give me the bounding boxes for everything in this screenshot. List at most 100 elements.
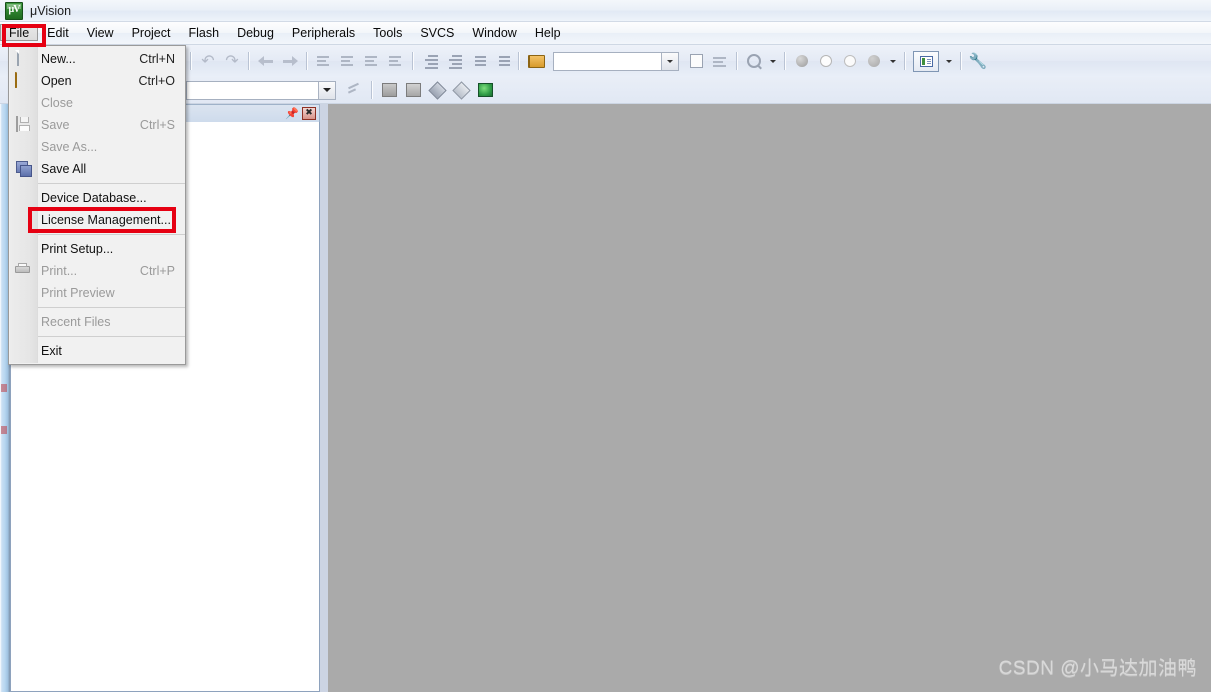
search-combo-arrow-icon[interactable]	[318, 81, 335, 99]
menu-peripherals-label: Peripherals	[291, 26, 356, 40]
kill-breakpoint-icon[interactable]	[815, 50, 837, 72]
file-menu-exit[interactable]: Exit	[9, 340, 185, 362]
configuration-wizard-icon[interactable]	[344, 79, 366, 101]
target-combo[interactable]	[553, 51, 679, 71]
menu-separator	[38, 307, 185, 308]
menu-window[interactable]: Window	[463, 22, 525, 44]
close-panel-button[interactable]: ✖	[302, 107, 316, 121]
batch-build-icon[interactable]	[426, 79, 448, 101]
menu-svcs[interactable]: SVCS	[411, 22, 463, 44]
menu-tools[interactable]: Tools	[364, 22, 411, 44]
file-menu-save-label: Save	[41, 118, 70, 132]
manage-components-icon[interactable]	[709, 50, 731, 72]
pin-button[interactable]: 📌	[285, 107, 299, 121]
window-title: μVision	[30, 3, 72, 18]
file-info-icon[interactable]	[685, 50, 707, 72]
previous-bookmark-icon[interactable]	[337, 50, 359, 72]
back-navigate-button[interactable]	[255, 50, 277, 72]
file-menu-save-all[interactable]: Save All	[9, 158, 185, 180]
toolbar-separator	[190, 52, 192, 70]
find-dropdown-arrow-icon[interactable]	[767, 50, 779, 72]
menu-edit-label: Edit	[47, 26, 69, 40]
menu-edit[interactable]: Edit	[38, 22, 78, 44]
search-combo[interactable]	[186, 80, 336, 100]
uvision-main-window: μV μVision File Edit View Project Flash …	[0, 0, 1211, 692]
target-combo-arrow-icon[interactable]	[661, 52, 678, 70]
menu-debug[interactable]: Debug	[228, 22, 283, 44]
menu-separator	[38, 183, 185, 184]
redo-button[interactable]: ↷	[221, 50, 243, 72]
file-menu-license-management[interactable]: License Management...	[9, 209, 185, 231]
menu-tools-label: Tools	[373, 26, 403, 40]
translate-icon[interactable]	[450, 79, 472, 101]
menu-svcs-label: SVCS	[420, 26, 455, 40]
target-options-icon[interactable]	[474, 79, 496, 101]
menu-flash-label: Flash	[188, 26, 220, 40]
menu-view-label: View	[86, 26, 114, 40]
file-menu-print-setup-label: Print Setup...	[41, 242, 114, 256]
comment-lines-icon[interactable]	[467, 50, 489, 72]
file-menu-print-preview: Print Preview	[9, 282, 185, 304]
file-menu-save: Save Ctrl+S	[9, 114, 185, 136]
menu-bar: File Edit View Project Flash Debug Perip…	[0, 22, 1211, 45]
uncomment-lines-icon[interactable]	[491, 50, 513, 72]
rebuild-icon[interactable]	[402, 79, 424, 101]
file-menu-open-label: Open	[41, 74, 72, 88]
menu-window-label: Window	[472, 26, 517, 40]
menu-project[interactable]: Project	[123, 22, 180, 44]
file-menu-open[interactable]: Open Ctrl+O	[9, 70, 185, 92]
file-menu-print-setup[interactable]: Print Setup...	[9, 238, 185, 260]
file-menu-save-as: Save As...	[9, 136, 185, 158]
disable-breakpoint-icon[interactable]	[839, 50, 861, 72]
kill-all-breakpoints-icon[interactable]	[863, 50, 885, 72]
insert-breakpoint-icon[interactable]	[791, 50, 813, 72]
menu-file-label: File	[9, 25, 30, 40]
file-menu-save-as-label: Save As...	[41, 140, 98, 154]
file-menu-exit-label: Exit	[41, 344, 62, 358]
panel-splitter[interactable]	[320, 104, 328, 692]
file-menu-print-preview-label: Print Preview	[41, 286, 115, 300]
file-menu-new[interactable]: New... Ctrl+N	[9, 48, 185, 70]
file-menu-recent-files: Recent Files	[9, 311, 185, 333]
menu-flash[interactable]: Flash	[179, 22, 228, 44]
find-in-files-icon[interactable]	[743, 50, 765, 72]
file-menu-new-label: New...	[41, 52, 76, 66]
file-menu-close-label: Close	[41, 96, 73, 110]
indent-right-icon[interactable]	[419, 50, 441, 72]
target-combo-field[interactable]	[554, 52, 661, 70]
menu-file[interactable]: File	[0, 24, 39, 41]
clear-bookmarks-icon[interactable]	[385, 50, 407, 72]
file-menu-device-database[interactable]: Device Database...	[9, 187, 185, 209]
watermark: CSDN @小马达加油鸭	[998, 658, 1197, 679]
open-folder-icon	[15, 72, 31, 89]
menu-view[interactable]: View	[78, 22, 123, 44]
file-menu-print: Print... Ctrl+P	[9, 260, 185, 282]
title-bar: μV μVision	[0, 0, 1211, 22]
next-bookmark-icon[interactable]	[361, 50, 383, 72]
breakpoints-dropdown-arrow-icon[interactable]	[887, 50, 899, 72]
menu-peripherals[interactable]: Peripherals	[283, 22, 364, 44]
window-layout-button[interactable]	[911, 50, 941, 72]
undo-button[interactable]: ↶	[197, 50, 219, 72]
save-all-icon	[15, 161, 31, 177]
toggle-bookmark-icon[interactable]	[313, 50, 335, 72]
toolbar-separator	[736, 52, 738, 70]
editor-workspace[interactable]	[328, 104, 1211, 692]
file-menu-save-accel: Ctrl+S	[139, 118, 175, 132]
file-menu-print-accel: Ctrl+P	[139, 264, 175, 278]
build-icon[interactable]	[378, 79, 400, 101]
menu-help[interactable]: Help	[526, 22, 570, 44]
save-disk-icon	[15, 116, 31, 133]
configure-tools-icon[interactable]: 🔧	[967, 50, 989, 72]
forward-navigate-button[interactable]	[279, 50, 301, 72]
search-input[interactable]	[187, 81, 318, 99]
file-menu-print-label: Print...	[41, 264, 78, 278]
open-project-button[interactable]	[526, 50, 548, 72]
menu-debug-label: Debug	[237, 26, 274, 40]
window-layout-icon	[919, 55, 933, 67]
printer-icon	[15, 263, 31, 279]
menu-help-label: Help	[534, 26, 561, 40]
file-menu-new-accel: Ctrl+N	[139, 52, 175, 66]
window-layout-dropdown-arrow-icon[interactable]	[943, 50, 955, 72]
indent-left-icon[interactable]	[443, 50, 465, 72]
